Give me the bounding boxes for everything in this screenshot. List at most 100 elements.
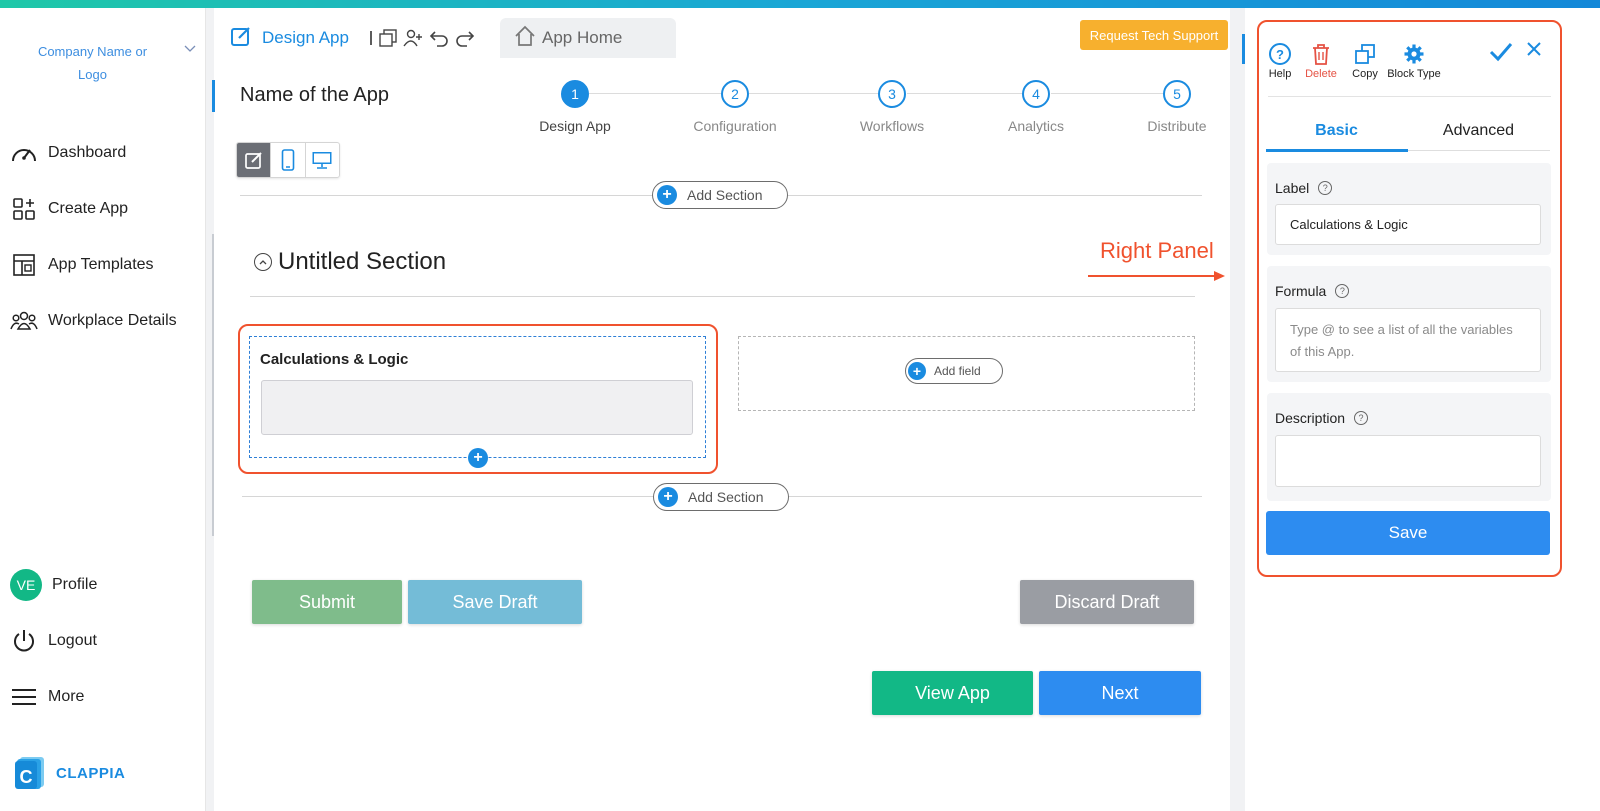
company-logo[interactable]: Company Name or Logo xyxy=(30,40,155,86)
tab-advanced[interactable]: Advanced xyxy=(1408,122,1549,140)
formula-title: Formula ? xyxy=(1275,283,1350,299)
block-type-button[interactable]: Block Type xyxy=(1383,40,1445,80)
view-app-button[interactable]: View App xyxy=(872,671,1033,715)
save-draft-button[interactable]: Save Draft xyxy=(408,580,582,624)
sidebar-item-label: App Templates xyxy=(48,256,154,273)
brand-name: CLAPPIA xyxy=(56,764,126,782)
edit-view-icon[interactable] xyxy=(237,143,272,177)
sidebar-item-logout[interactable]: Logout xyxy=(10,626,97,656)
formula-input[interactable]: Type @ to see a list of all the variable… xyxy=(1275,308,1541,372)
plus-icon: + xyxy=(658,487,678,507)
step-number: 5 xyxy=(1163,80,1191,108)
submit-button[interactable]: Submit xyxy=(252,580,402,624)
panel-gutter xyxy=(1230,8,1244,811)
add-section-button[interactable]: + Add Section xyxy=(653,483,789,511)
step-label: Workflows xyxy=(859,118,925,134)
sidebar-item-workplace-details[interactable]: Workplace Details xyxy=(10,306,177,336)
label-block: Label ? Calculations & Logic xyxy=(1267,163,1551,255)
app-name[interactable]: Name of the App xyxy=(240,84,389,107)
templates-icon xyxy=(10,252,38,278)
annotation-arrow-icon xyxy=(1088,271,1225,281)
sidebar-item-label: More xyxy=(48,688,85,705)
svg-text:?: ? xyxy=(1276,47,1284,62)
step-workflows[interactable]: 3 Workflows xyxy=(832,80,952,134)
add-section-button[interactable]: + Add Section xyxy=(652,181,788,209)
sidebar-item-label: Create App xyxy=(48,200,129,217)
help-tooltip-icon[interactable]: ? xyxy=(1354,411,1369,425)
mobile-view-icon[interactable] xyxy=(271,143,306,177)
copy-icon[interactable] xyxy=(379,29,397,47)
edit-icon xyxy=(230,25,252,52)
tab-app-home[interactable]: App Home xyxy=(500,18,676,58)
sidebar-item-more[interactable]: More xyxy=(10,682,84,712)
step-label: Design App xyxy=(539,118,611,134)
description-input[interactable] xyxy=(1275,435,1541,487)
sidebar-item-profile[interactable]: VE Profile xyxy=(10,569,97,601)
tab-basic[interactable]: Basic xyxy=(1266,122,1407,140)
help-button[interactable]: ? Help xyxy=(1265,40,1295,80)
step-configuration[interactable]: 2 Configuration xyxy=(675,80,795,134)
editor-toolbar xyxy=(369,29,481,47)
help-label: Help xyxy=(1268,68,1292,80)
sidebar-item-app-templates[interactable]: App Templates xyxy=(10,250,154,280)
add-user-icon[interactable] xyxy=(403,29,423,47)
description-block: Description ? xyxy=(1267,393,1551,501)
save-button[interactable]: Save xyxy=(1266,511,1550,555)
view-mode-toggle xyxy=(236,142,340,178)
chevron-down-icon[interactable] xyxy=(184,42,196,56)
request-tech-support-button[interactable]: Request Tech Support xyxy=(1080,20,1228,50)
section-title-text: Untitled Section xyxy=(278,248,447,275)
copy-icon xyxy=(1347,40,1383,68)
copy-button[interactable]: Copy xyxy=(1347,40,1383,80)
tab-design-app[interactable]: Design App xyxy=(214,18,490,58)
sidebar-item-dashboard[interactable]: Dashboard xyxy=(10,138,126,168)
step-distribute[interactable]: 5 Distribute xyxy=(1117,80,1237,134)
chevron-up-icon[interactable] xyxy=(254,253,272,271)
step-label: Configuration xyxy=(693,118,777,134)
description-title-text: Description xyxy=(1275,410,1346,426)
sidebar-item-label: Logout xyxy=(48,632,97,649)
section-title[interactable]: Untitled Section xyxy=(254,248,446,276)
field-label: Calculations & Logic xyxy=(260,351,409,368)
redo-icon[interactable] xyxy=(455,29,475,47)
calculation-field-preview[interactable] xyxy=(261,380,693,435)
top-gradient-bar xyxy=(0,0,1600,8)
step-analytics[interactable]: 4 Analytics xyxy=(976,80,1096,134)
close-icon[interactable] xyxy=(1525,40,1543,64)
label-title-text: Label xyxy=(1275,180,1310,196)
avatar: VE xyxy=(10,569,42,601)
delete-label: Delete xyxy=(1305,68,1337,80)
add-field-button[interactable]: + Add field xyxy=(905,358,1003,384)
tab-active-indicator xyxy=(1266,149,1408,152)
people-icon xyxy=(10,308,38,334)
tab-design-label: Design App xyxy=(262,28,349,47)
section-accent xyxy=(212,234,214,536)
sidebar-item-create-app[interactable]: Create App xyxy=(10,194,128,224)
trash-icon xyxy=(1301,40,1341,68)
step-label: Distribute xyxy=(1147,118,1207,134)
add-field-label: Add field xyxy=(934,364,981,378)
undo-icon[interactable] xyxy=(429,29,449,47)
delete-button[interactable]: Delete xyxy=(1301,40,1341,80)
create-app-icon xyxy=(10,196,38,222)
add-below-plus-icon[interactable]: + xyxy=(468,448,488,468)
menu-icon xyxy=(10,684,38,710)
active-accent xyxy=(212,80,215,112)
gear-icon xyxy=(1383,40,1445,68)
step-number: 1 xyxy=(561,80,589,108)
sidebar-item-label: Dashboard xyxy=(48,144,127,161)
label-input[interactable]: Calculations & Logic xyxy=(1275,204,1541,245)
step-design-app[interactable]: 1 Design App xyxy=(515,80,635,134)
discard-draft-button[interactable]: Discard Draft xyxy=(1020,580,1194,624)
panel-accent xyxy=(1242,34,1245,64)
desktop-view-icon[interactable] xyxy=(306,143,339,177)
formula-block: Formula ? Type @ to see a list of all th… xyxy=(1267,266,1551,382)
check-icon[interactable] xyxy=(1489,40,1513,67)
next-button[interactable]: Next xyxy=(1039,671,1201,715)
annotation-label: Right Panel xyxy=(1100,238,1214,263)
label-title: Label ? xyxy=(1275,180,1333,196)
help-tooltip-icon[interactable]: ? xyxy=(1318,181,1333,195)
svg-text:C: C xyxy=(20,767,33,787)
help-tooltip-icon[interactable]: ? xyxy=(1335,284,1350,298)
step-label: Analytics xyxy=(1007,118,1065,134)
